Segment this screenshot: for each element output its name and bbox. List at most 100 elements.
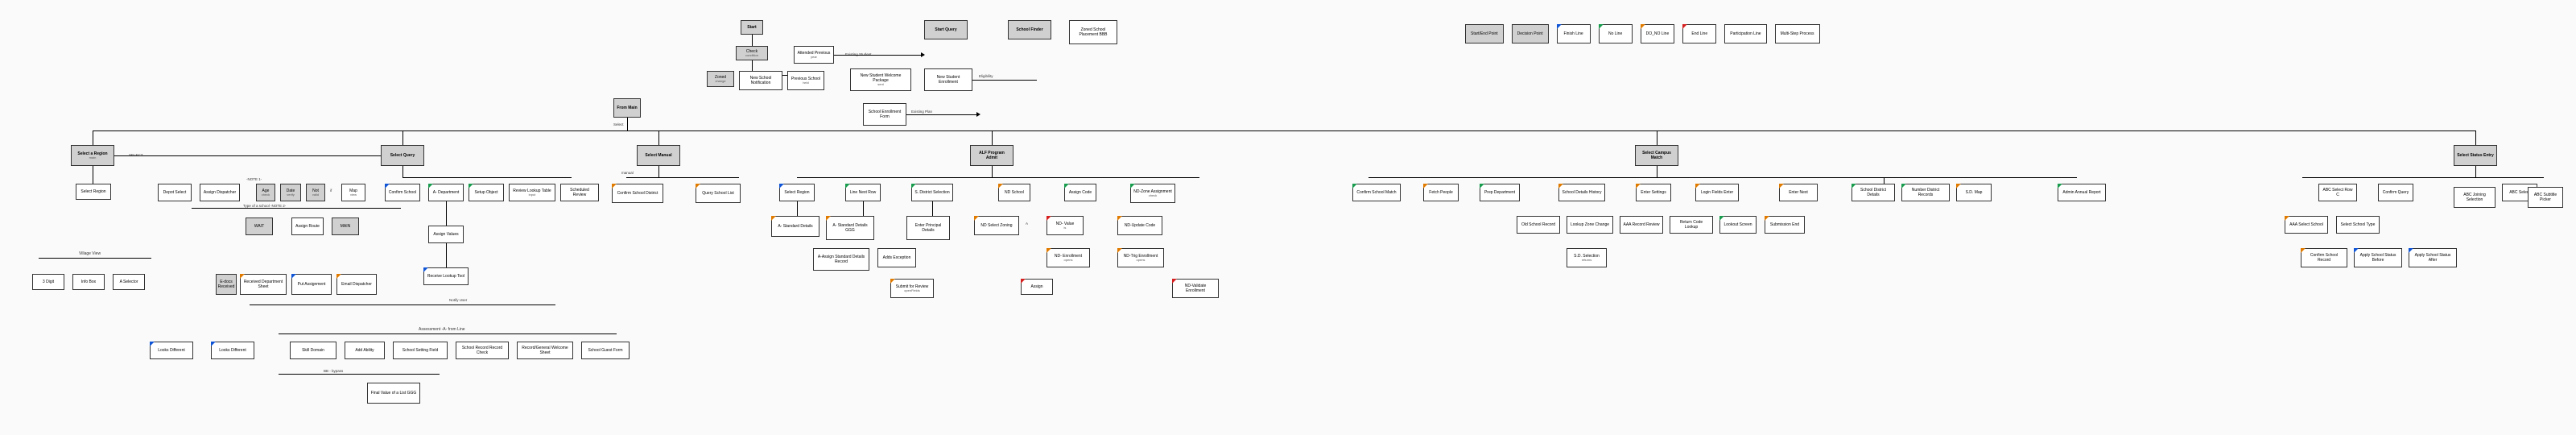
legend-label: Finish Line <box>1564 31 1583 36</box>
node-label: A- Standard Details GGG <box>829 223 871 233</box>
node-label: Depot Select <box>163 190 187 195</box>
node-label: Select Region <box>80 189 105 194</box>
edge-label: -NOTE 1- <box>245 177 263 181</box>
node-new-student-welcome: New Student Welcome Packagesent <box>850 68 911 91</box>
node: Skill Domain <box>290 342 336 359</box>
node: School Details History <box>1558 184 1605 201</box>
connector <box>863 201 864 216</box>
lane5-header: Select Campus Match <box>1635 145 1678 166</box>
node: Mapview <box>341 184 365 201</box>
node-label: Assign Values <box>433 232 458 237</box>
node: Confirm School Record <box>2301 248 2347 267</box>
node: ABC Subtitle Picker <box>2528 187 2563 208</box>
node-label: ABC Joining Selection <box>2457 193 2492 202</box>
node: Submission End <box>1765 216 1805 234</box>
node-label: Received Department Sheet <box>243 280 283 289</box>
node: ND Select Zoning <box>974 216 1019 235</box>
node-label: Email Dispatcher <box>341 282 372 287</box>
connector <box>279 374 440 375</box>
node-label: AAA Select School <box>2289 222 2323 227</box>
edge-label: Eligibility <box>977 74 995 78</box>
node-label: Agecheck <box>262 188 270 197</box>
node: Setup Object <box>469 184 504 201</box>
node-label: S. District Selection <box>914 190 949 195</box>
node: Receive Lookup Tool <box>423 267 469 285</box>
node: Review Lookup Tableinput <box>509 184 555 201</box>
node-label: Assign Code <box>1069 190 1092 195</box>
connector <box>446 201 447 226</box>
legend-item: Participation Line <box>1724 24 1766 44</box>
node-label: Looks Different <box>219 348 246 353</box>
node-label: Confirm School Record <box>2304 253 2344 263</box>
edge-label: Select <box>612 122 625 126</box>
node-label: New Student Welcome Packagesent <box>853 73 908 87</box>
legend-label: Multi-Step Process <box>1781 31 1814 36</box>
node: Fetch People <box>1423 184 1459 201</box>
connector <box>992 166 993 177</box>
connector <box>797 201 798 216</box>
node: ND- Valueis <box>1046 216 1084 235</box>
legend-label: Start/End Point <box>1471 31 1498 36</box>
node: Select Region <box>779 184 815 201</box>
node: Info Box <box>72 274 105 290</box>
node-label: S.D. Selectionreturns <box>1574 254 1600 263</box>
arrow-icon <box>976 112 980 117</box>
node-prev-school: Previous Schoolheld <box>787 71 824 90</box>
node: Confirm School Match <box>1352 184 1401 201</box>
node-label: School Record Record Check <box>459 346 506 355</box>
node-label: New School Notification <box>742 76 779 85</box>
node-label: Select a Regionmain <box>77 151 107 160</box>
node: 3 Digit <box>32 274 64 290</box>
node-label: ND Select Zoning <box>980 223 1012 228</box>
node: Enter Next <box>1779 184 1818 201</box>
connector <box>402 166 403 177</box>
node-label: ND-Trig Enrollmentopens <box>1124 254 1158 263</box>
section-label: Village View <box>79 251 101 256</box>
node-label: Select Status Entry <box>2457 153 2494 158</box>
node-label: Submission End <box>1770 222 1799 227</box>
node-label: School Finder <box>1016 27 1042 32</box>
node: Enter Settings <box>1636 184 1671 201</box>
node: Received Department Sheet <box>240 274 287 295</box>
legend-label: No Line <box>1608 31 1622 36</box>
node-label: Lookout Screen <box>1724 222 1752 227</box>
node-label: Record/General Welcome Sheet <box>520 346 570 355</box>
node: Assign Dispatcher <box>200 184 240 201</box>
node-label: Enter Principal Details <box>910 223 947 233</box>
node: AAA Record Review <box>1620 216 1663 234</box>
legend-item: Finish Line <box>1557 24 1591 44</box>
node: Put Assignment <box>291 274 332 295</box>
node: ABC Joining Selection <box>2454 187 2496 208</box>
node: School Record Record Check <box>456 342 509 359</box>
node: A-Assign Standard Details Record <box>813 248 869 271</box>
connector <box>932 201 933 216</box>
node-label: ND-Update Code <box>1125 223 1155 228</box>
node-label: Assign Dispatcher <box>204 190 236 195</box>
legend-item: DO_NO Line <box>1641 24 1675 44</box>
node-label: Return Code Lookup <box>1673 220 1710 230</box>
connector <box>658 130 659 145</box>
legend-item: Multi-Step Process <box>1775 24 1820 44</box>
connector <box>250 304 555 305</box>
node-label: Zoned School Placement BBB <box>1072 27 1114 37</box>
node: Email Dispatcher <box>336 274 377 295</box>
edge-label: Existing Plan <box>910 110 934 114</box>
node-label: ND-Zone Assignmentcheck <box>1133 189 1172 198</box>
node-label: Enter Settings <box>1641 190 1666 195</box>
node-label: A-Assign Standard Details Record <box>816 255 866 264</box>
node: Looks Different <box>150 342 193 359</box>
node-label: Put Assignment <box>298 282 326 287</box>
node: Assign Route <box>291 218 324 235</box>
connector <box>627 118 628 130</box>
node: Prep Department <box>1480 184 1520 201</box>
node-label: Old School Record <box>1521 222 1555 227</box>
node-label: Looks Different <box>158 348 185 353</box>
node: S. District Selection <box>911 184 953 201</box>
lane3-header: Select Manual <box>637 145 680 166</box>
node: Line Next Row <box>845 184 881 201</box>
node-label: Scheduled Review <box>564 188 596 197</box>
node-label: Apply School Status After <box>2412 253 2454 263</box>
node-label: MAIN <box>341 224 351 229</box>
node-label: Line Next Row <box>850 190 877 195</box>
node: Assign Values <box>428 226 464 243</box>
